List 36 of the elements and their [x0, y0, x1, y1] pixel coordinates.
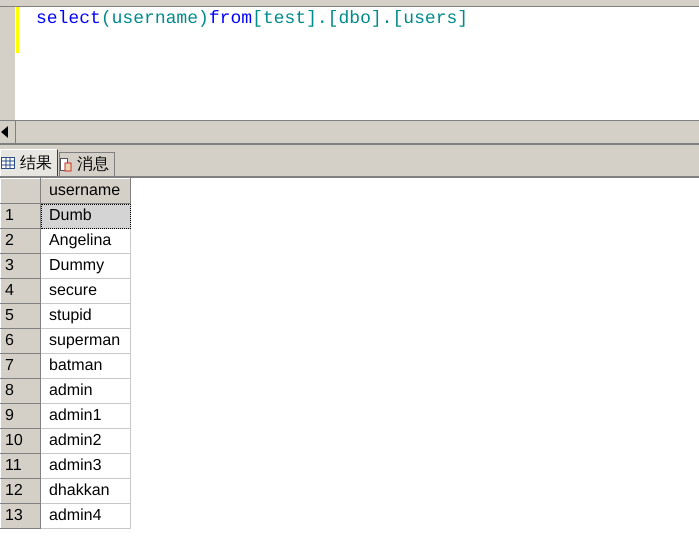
table-cell[interactable]: admin4	[40, 504, 130, 528]
row-number[interactable]: 1	[0, 204, 40, 228]
table-cell[interactable]: superman	[40, 328, 130, 354]
row-number[interactable]: 10	[0, 428, 40, 454]
grid-icon	[1, 157, 15, 169]
row-number[interactable]: 13	[0, 504, 40, 528]
row-number[interactable]: 3	[0, 254, 40, 278]
table-cell[interactable]: secure	[40, 278, 130, 304]
table-cell[interactable]: admin1	[40, 404, 130, 428]
grid-corner	[0, 178, 40, 204]
scroll-left-icon[interactable]	[1, 126, 9, 138]
row-number[interactable]: 7	[0, 354, 40, 378]
row-number[interactable]: 8	[0, 378, 40, 404]
row-number[interactable]: 11	[0, 454, 40, 478]
row-number[interactable]: 6	[0, 328, 40, 354]
result-tab[interactable]: 消息	[59, 152, 115, 176]
horizontal-scrollbar[interactable]	[0, 120, 699, 145]
row-number[interactable]: 9	[0, 404, 40, 428]
table-cell[interactable]: dhakkan	[40, 478, 130, 504]
table-cell[interactable]: admin	[40, 378, 130, 404]
table-cell[interactable]: stupid	[40, 304, 130, 328]
row-number[interactable]: 5	[0, 304, 40, 328]
table-cell[interactable]: batman	[40, 354, 130, 378]
document-icon	[60, 158, 72, 172]
result-tab[interactable]: 结果	[0, 149, 58, 176]
table-cell[interactable]: admin2	[40, 428, 130, 454]
column-header[interactable]: username	[40, 178, 130, 204]
table-cell[interactable]: admin3	[40, 454, 130, 478]
sql-code-line: select(username)from[test].[dbo].[users]	[35, 8, 468, 31]
table-cell[interactable]: Dummy	[40, 254, 130, 278]
row-number[interactable]: 2	[0, 228, 40, 254]
change-marker	[16, 7, 19, 53]
table-cell[interactable]: Angelina	[40, 228, 130, 254]
row-number[interactable]: 12	[0, 478, 40, 504]
table-cell[interactable]: Dumb	[40, 204, 130, 228]
row-number[interactable]: 4	[0, 278, 40, 304]
